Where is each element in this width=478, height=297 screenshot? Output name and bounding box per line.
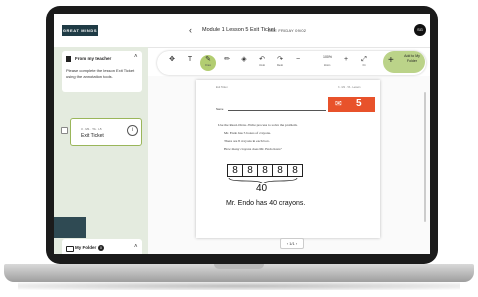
my-folder-card[interactable]: My Folder 0 ˄	[62, 239, 142, 254]
tape-bracket	[228, 177, 298, 183]
redo-button[interactable]: ↷ Redo	[273, 55, 287, 71]
teacher-card-heading: From my teacher	[75, 56, 112, 61]
answer-sentence: Mr. Endo has 40 crayons.	[226, 200, 306, 207]
exit-ticket-checkbox[interactable]	[61, 127, 68, 134]
exit-ticket-subtitle: 3 · M1 · TA · L5	[81, 127, 102, 131]
tape-total: 40	[256, 183, 268, 194]
problem-line: There are 8 crayons in each box.	[224, 139, 270, 143]
folder-icon	[66, 246, 74, 252]
pencil-tool[interactable]: ✏	[220, 55, 234, 71]
tape-unit: 8	[287, 164, 303, 177]
doc-header-right: 3 · M1 · TA · Lesson	[338, 86, 361, 89]
eraser-tool[interactable]: ◈	[237, 55, 251, 71]
top-bar: GREAT MINDS ‹ Module 1 Lesson 5 Exit Tic…	[54, 14, 430, 48]
due-date: DUE FRIDAY 09/02	[268, 27, 307, 33]
zoom-out-button[interactable]: −	[291, 55, 305, 71]
laptop-shadow	[18, 282, 460, 290]
zoom-in-button[interactable]: +	[339, 55, 353, 71]
plus-icon: +	[388, 55, 394, 66]
vertical-scrollbar[interactable]	[424, 92, 426, 222]
pencil-icon: ✏	[224, 56, 230, 63]
fit-button[interactable]: ⤢ Fit	[357, 55, 371, 71]
exit-ticket-page[interactable]: Exit Ticket 3 · M1 · TA · Lesson Name ✉ …	[196, 80, 380, 238]
zoom-label: Zoom	[324, 64, 331, 67]
zoom-out-icon: −	[295, 56, 301, 63]
zoom-value: 100%	[323, 55, 332, 59]
page-navigator[interactable]: ‹ 1/1 ›	[280, 238, 304, 249]
exit-ticket-title: Exit Ticket	[81, 133, 104, 139]
ticket-banner: ✉ 5	[328, 97, 375, 112]
info-icon[interactable]: i	[127, 125, 138, 136]
move-icon: ✥	[169, 56, 175, 63]
tape-unit: 8	[272, 164, 288, 177]
problem-line: How many crayons does Mr. Endo have?	[224, 147, 282, 151]
laptop-notch	[214, 264, 264, 269]
exit-ticket-card[interactable]: 3 · M1 · TA · L5 Exit Ticket i	[70, 118, 142, 146]
doc-header-left: Exit Ticket	[216, 86, 228, 89]
fit-icon: ⤢	[361, 56, 367, 63]
ticket-number: 5	[356, 98, 362, 109]
annotation-toolbar: ✥ T ✎ Draw ✏ ◈ ↶ Undo ↷ Redo − 100% Zoom + …	[157, 51, 426, 75]
teacher-message: Please complete the lesson Exit Ticket u…	[66, 68, 135, 79]
back-arrow-icon[interactable]: ‹	[189, 25, 192, 35]
avatar[interactable]: SG	[414, 24, 426, 36]
ticket-icon: ✉	[335, 99, 342, 108]
add-to-folder-button[interactable]: + Add to My Folder	[383, 51, 425, 73]
text-tool[interactable]: T	[183, 55, 197, 71]
expand-chevron-icon[interactable]: ˄	[134, 244, 138, 250]
page-title: Module 1 Lesson 5 Exit Ticket	[202, 27, 276, 33]
decorative-block	[54, 217, 86, 238]
draw-tool[interactable]: ✎ Draw	[200, 55, 216, 71]
my-folder-label: My Folder	[75, 245, 97, 250]
collapse-chevron-icon[interactable]: ˄	[134, 54, 138, 60]
undo-button[interactable]: ↶ Undo	[255, 55, 269, 71]
tape-diagram: 8 8 8 8 8	[227, 164, 303, 177]
folder-count-badge: 0	[98, 245, 104, 251]
text-icon: T	[187, 56, 193, 63]
flag-icon	[66, 56, 71, 62]
problem-line: Mr. Endo has 5 boxes of crayons.	[224, 131, 271, 135]
name-label: Name	[216, 107, 224, 111]
instruction-line: Use the Read–Draw–Write process to solve…	[218, 123, 298, 127]
app-logo[interactable]: GREAT MINDS	[62, 25, 98, 36]
left-panel: From my teacher ˄ Please complete the le…	[54, 47, 148, 254]
tape-unit: 8	[257, 164, 273, 177]
name-underline	[228, 110, 326, 111]
tape-unit: 8	[227, 164, 243, 177]
pen-icon: ✎	[205, 56, 211, 63]
add-to-folder-label: Add to My Folder	[404, 54, 420, 63]
undo-icon: ↶	[259, 56, 265, 63]
redo-icon: ↷	[277, 56, 283, 63]
teacher-message-card: From my teacher ˄ Please complete the le…	[62, 51, 142, 92]
eraser-icon: ◈	[241, 56, 247, 63]
tape-unit: 8	[242, 164, 258, 177]
zoom-in-icon: +	[343, 56, 349, 63]
move-tool[interactable]: ✥	[165, 55, 179, 71]
